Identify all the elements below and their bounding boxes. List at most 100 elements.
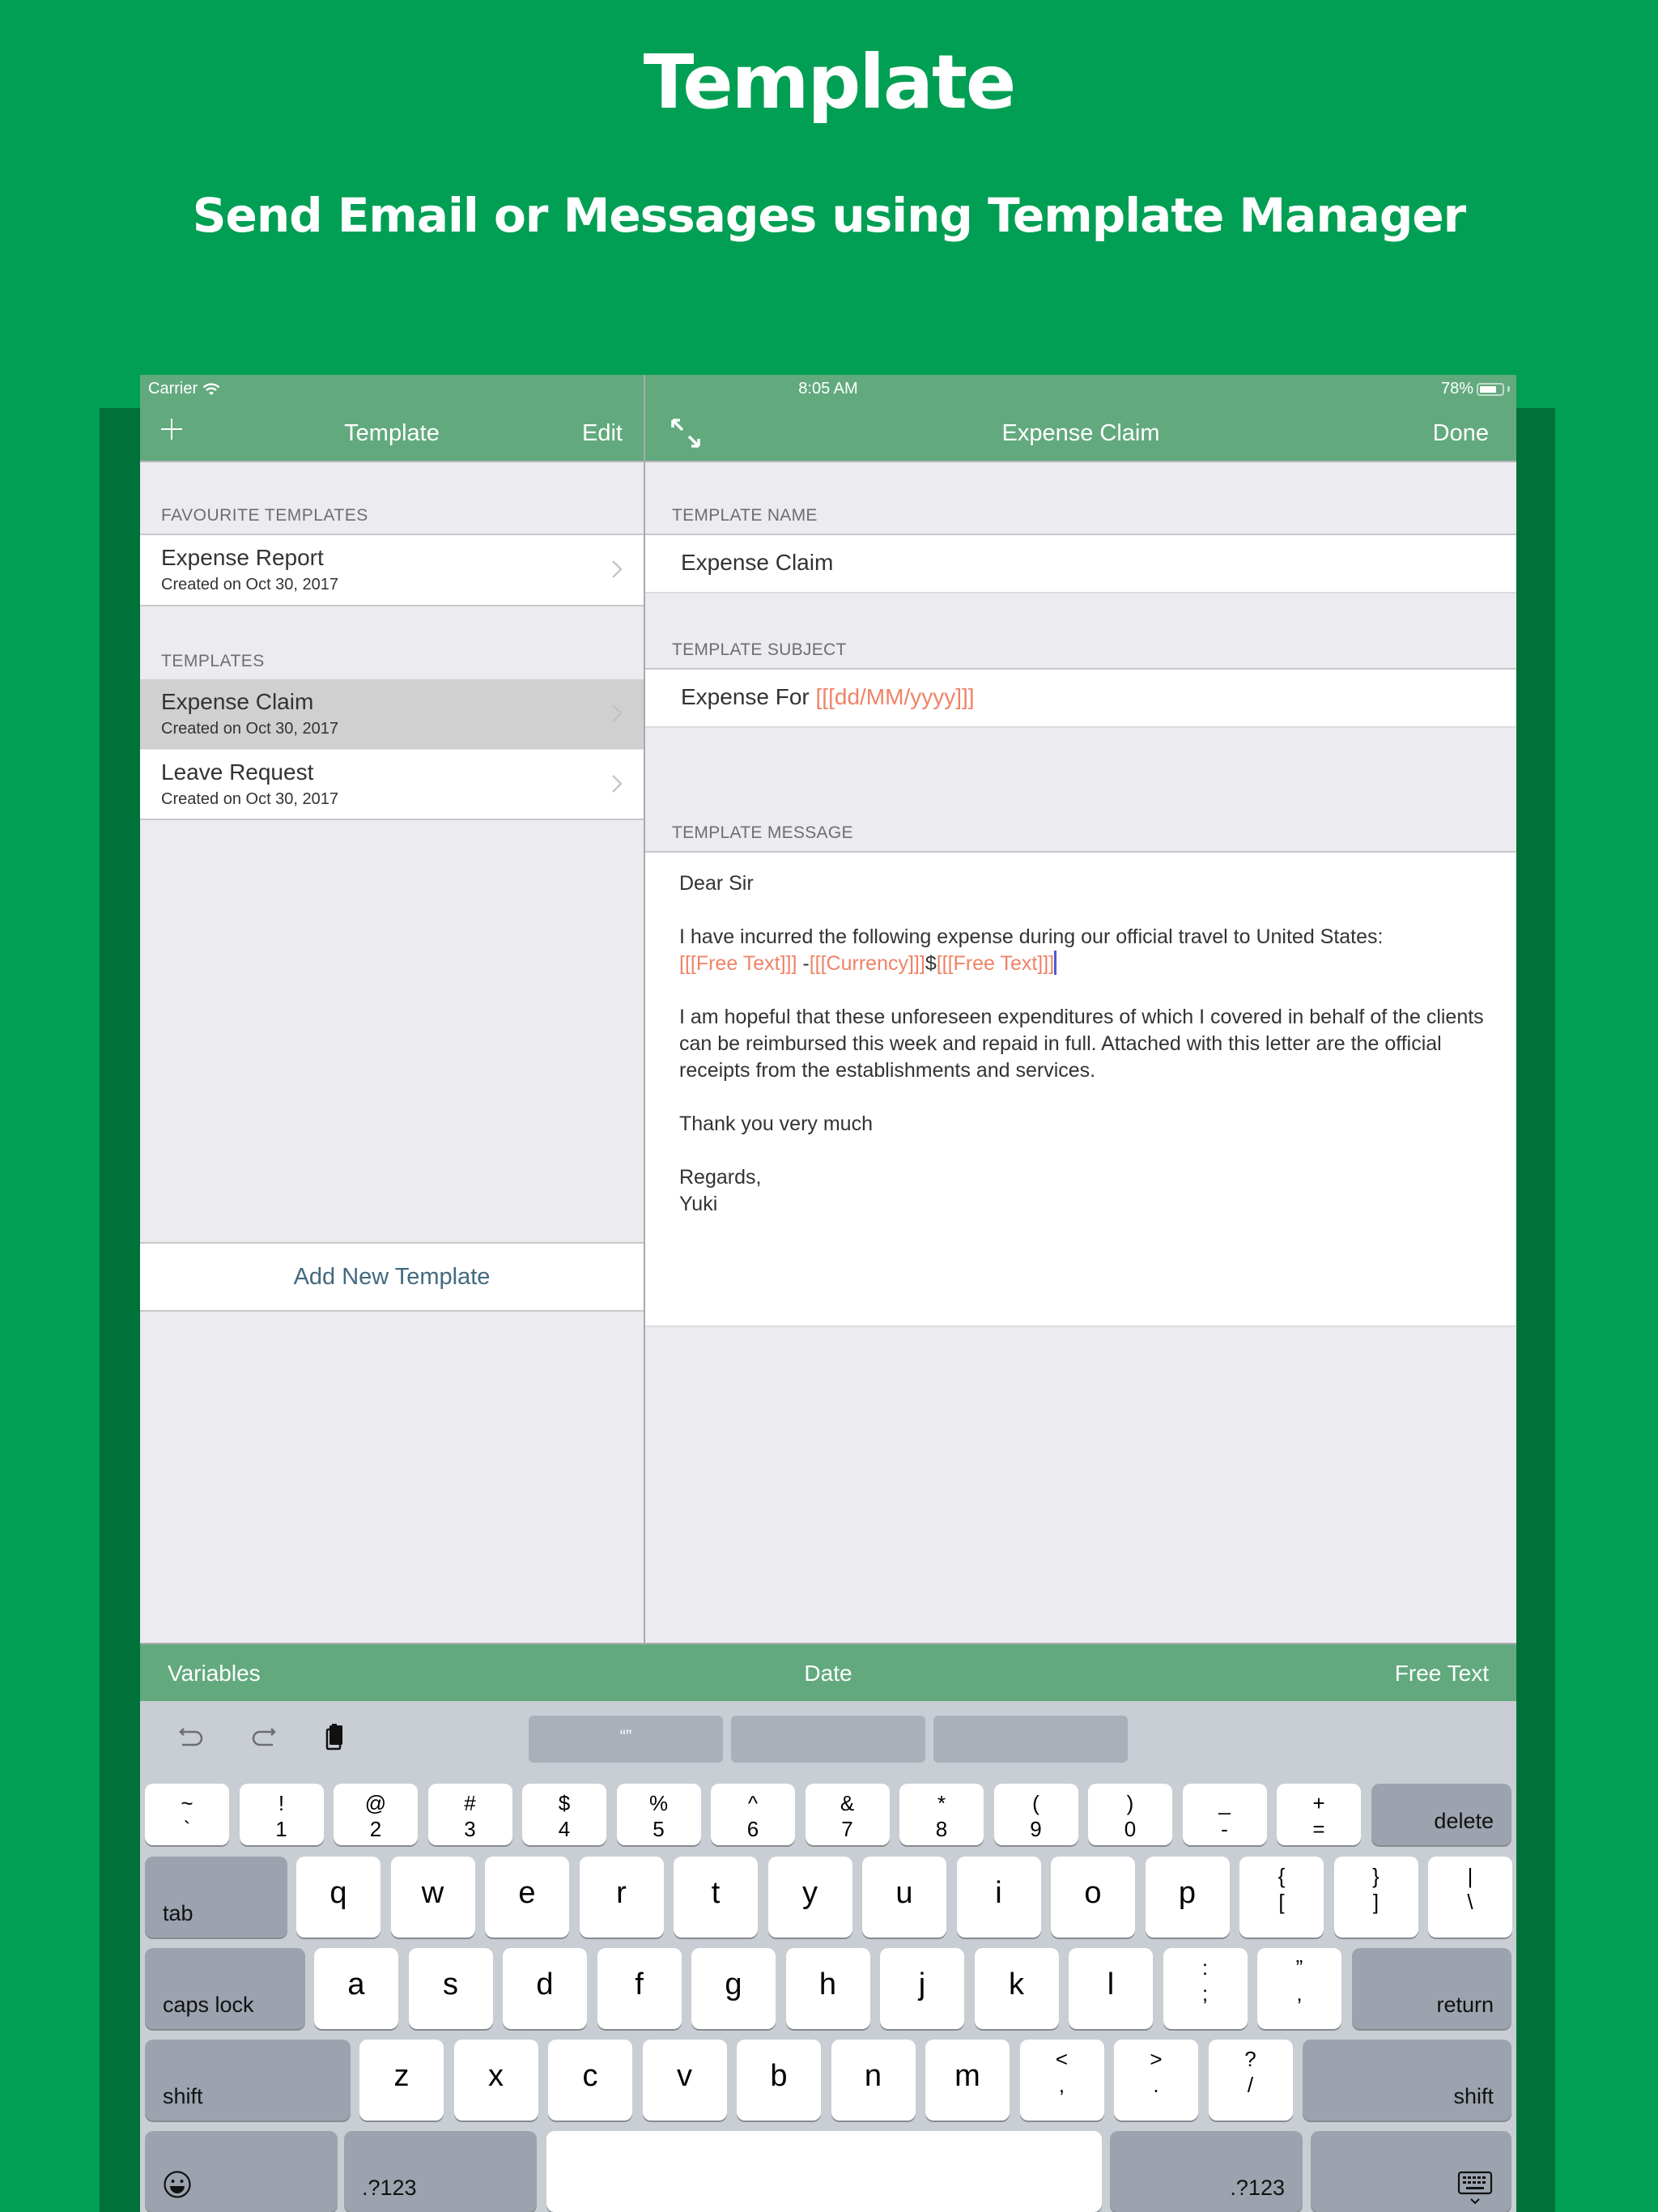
key[interactable]: i bbox=[956, 1857, 1041, 1938]
add-new-template-button[interactable]: Add New Template bbox=[140, 1242, 644, 1312]
key[interactable]: #3 bbox=[427, 1784, 512, 1845]
key-label: d bbox=[536, 1967, 554, 2001]
key[interactable]: e bbox=[485, 1857, 569, 1938]
detail-nav: Expense Claim Done bbox=[645, 407, 1516, 461]
master-title: Template bbox=[344, 420, 440, 446]
key[interactable]: r bbox=[579, 1857, 664, 1938]
key[interactable]: :; bbox=[1163, 1948, 1248, 2029]
item-title: Leave Request bbox=[161, 759, 314, 785]
key[interactable]: g bbox=[691, 1948, 776, 2029]
battery-icon bbox=[1477, 382, 1504, 396]
return-key[interactable]: return bbox=[1351, 1948, 1511, 2029]
tab-key[interactable]: tab bbox=[145, 1857, 287, 1938]
hide-keyboard-key[interactable] bbox=[1311, 2131, 1511, 2212]
key[interactable]: ) 0 bbox=[1088, 1784, 1172, 1845]
key-label: s bbox=[443, 1967, 458, 2001]
key[interactable]: q bbox=[296, 1857, 380, 1938]
key[interactable]: k bbox=[974, 1948, 1059, 2029]
key[interactable]: p bbox=[1145, 1857, 1230, 1938]
key[interactable]: c bbox=[548, 2040, 632, 2121]
key[interactable]: ”, bbox=[1257, 1948, 1341, 2029]
key[interactable]: | \ bbox=[1428, 1857, 1512, 1938]
key[interactable]: + = bbox=[1277, 1784, 1361, 1845]
key[interactable]: n bbox=[831, 2040, 916, 2121]
key-label: .?123 bbox=[1230, 2176, 1285, 2200]
key-label: m bbox=[954, 2059, 980, 2093]
list-item[interactable]: Expense Claim Created on Oct 30, 2017 bbox=[140, 679, 644, 749]
caps-lock-key[interactable]: caps lock bbox=[145, 1948, 305, 2029]
key[interactable]: f bbox=[597, 1948, 682, 2029]
paste-icon[interactable] bbox=[320, 1722, 349, 1751]
key-shift-label: $ bbox=[558, 1791, 571, 1815]
key-shift-label: % bbox=[648, 1791, 669, 1815]
key[interactable]: {[ bbox=[1239, 1857, 1324, 1938]
key[interactable]: ? / bbox=[1208, 2040, 1293, 2121]
key[interactable]: u bbox=[862, 1857, 946, 1938]
key-label: tab bbox=[163, 1901, 193, 1925]
key-shift-label: > bbox=[1150, 2047, 1163, 2071]
key[interactable]: x bbox=[453, 2040, 538, 2121]
key[interactable]: $4 bbox=[522, 1784, 606, 1845]
key[interactable]: t bbox=[674, 1857, 758, 1938]
variables-button[interactable]: Variables bbox=[168, 1661, 261, 1687]
message-greeting: Dear Sir bbox=[679, 872, 754, 895]
template-subject-field[interactable]: Expense For [[[dd/MM/yyyy]]] bbox=[645, 668, 1516, 728]
key[interactable]: (9 bbox=[993, 1784, 1078, 1845]
template-name-field[interactable]: Expense Claim bbox=[645, 534, 1516, 593]
key[interactable]: <, bbox=[1019, 2040, 1104, 2121]
key[interactable]: >. bbox=[1114, 2040, 1198, 2121]
numbers-key-left[interactable]: .?123 bbox=[344, 2131, 537, 2212]
key[interactable]: b bbox=[737, 2040, 821, 2121]
key[interactable]: j bbox=[880, 1948, 964, 2029]
edit-button[interactable]: Edit bbox=[582, 420, 623, 447]
free-text-button[interactable]: Free Text bbox=[1395, 1661, 1489, 1687]
key-shift-label: ~ bbox=[181, 1791, 193, 1815]
key[interactable]: m bbox=[925, 2040, 1010, 2121]
numbers-key-right[interactable]: .?123 bbox=[1110, 2131, 1303, 2212]
delete-key[interactable]: delete bbox=[1371, 1784, 1511, 1845]
redo-icon[interactable] bbox=[249, 1722, 278, 1751]
date-button[interactable]: Date bbox=[804, 1661, 852, 1686]
key[interactable]: s bbox=[408, 1948, 493, 2029]
space-bar[interactable] bbox=[546, 2131, 1102, 2212]
key[interactable]: & 7 bbox=[805, 1784, 890, 1845]
key-label: h bbox=[818, 1967, 837, 2001]
key[interactable]: v bbox=[642, 2040, 727, 2121]
key[interactable]: d bbox=[503, 1948, 587, 2029]
key[interactable]: o bbox=[1051, 1857, 1135, 1938]
key[interactable]: y bbox=[767, 1857, 852, 1938]
list-item[interactable]: Leave Request Created on Oct 30, 2017 bbox=[140, 749, 644, 819]
date-button-wrap: Date bbox=[140, 1661, 1516, 1687]
key[interactable]: w bbox=[390, 1857, 475, 1938]
emoji-key[interactable] bbox=[145, 2131, 338, 2212]
key-shift-label: + bbox=[1312, 1791, 1325, 1815]
key-label: delete bbox=[1434, 1809, 1494, 1833]
key[interactable]: _ - bbox=[1182, 1784, 1267, 1845]
shift-key-right[interactable]: shift bbox=[1303, 2040, 1511, 2121]
subject-variable-token: [[[dd/MM/yyyy]]] bbox=[815, 684, 975, 709]
template-message-field[interactable]: Dear Sir I have incurred the following ex… bbox=[645, 851, 1516, 1327]
key[interactable]: ~ ` bbox=[145, 1784, 229, 1845]
key[interactable]: ! 1 bbox=[239, 1784, 324, 1845]
item-date: Created on Oct 30, 2017 bbox=[161, 576, 339, 593]
suggestion-1[interactable]: “” bbox=[529, 1716, 723, 1763]
key-shift-label: ? bbox=[1244, 2047, 1256, 2071]
key-label: , bbox=[1296, 1981, 1303, 2006]
key[interactable]: z bbox=[359, 2040, 444, 2121]
master-nav: Template Edit bbox=[140, 407, 644, 461]
key[interactable]: l bbox=[1069, 1948, 1153, 2029]
done-button[interactable]: Done bbox=[1433, 420, 1489, 447]
key[interactable]: ^ 6 bbox=[711, 1784, 795, 1845]
list-item[interactable]: Expense Report Created on Oct 30, 2017 bbox=[140, 535, 644, 605]
suggestion-2[interactable] bbox=[731, 1716, 925, 1763]
suggestion-3[interactable] bbox=[933, 1716, 1128, 1763]
key[interactable]: @2 bbox=[334, 1784, 418, 1845]
undo-icon[interactable] bbox=[177, 1722, 206, 1751]
key[interactable]: }] bbox=[1333, 1857, 1418, 1938]
key[interactable]: * 8 bbox=[899, 1784, 984, 1845]
emoji-icon bbox=[164, 2171, 191, 2198]
shift-key-left[interactable]: shift bbox=[145, 2040, 351, 2121]
key[interactable]: % 5 bbox=[616, 1784, 701, 1845]
key[interactable]: h bbox=[785, 1948, 870, 2029]
key[interactable]: a bbox=[314, 1948, 398, 2029]
